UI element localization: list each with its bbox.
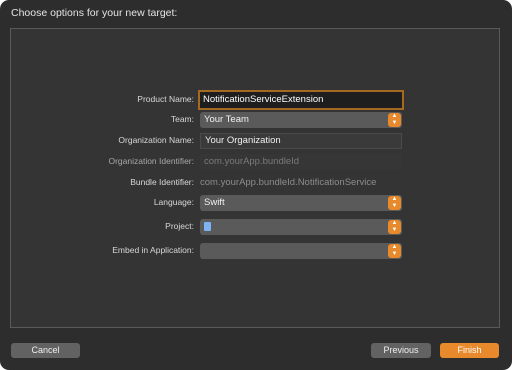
previous-button[interactable]: Previous <box>371 343 431 358</box>
product-name-label: Product Name: <box>137 94 194 104</box>
organization-identifier-row: Organization Identifier: com.yourApp.bun… <box>0 154 512 170</box>
team-label: Team: <box>170 114 194 124</box>
project-label: Project: <box>165 221 194 231</box>
embed-in-application-row: Embed in Application: ▲ ▼ <box>0 243 512 259</box>
project-popup[interactable]: ▲ ▼ <box>200 219 402 235</box>
bundle-identifier-value: com.yourApp.bundleId.NotificationService <box>200 177 377 188</box>
language-value: Swift <box>204 197 225 208</box>
new-target-dialog: Choose options for your new target: Prod… <box>0 0 512 370</box>
bundle-identifier-label: Bundle Identifier: <box>130 177 194 187</box>
bundle-identifier-row: Bundle Identifier: com.yourApp.bundleId.… <box>0 175 512 191</box>
embed-in-application-label: Embed in Application: <box>112 245 194 255</box>
organization-identifier-label: Organization Identifier: <box>108 156 194 166</box>
chevron-up-down-icon: ▲ ▼ <box>388 244 401 258</box>
embed-in-application-popup[interactable]: ▲ ▼ <box>200 243 402 259</box>
team-popup[interactable]: Your Team ▲ ▼ <box>200 112 402 128</box>
product-name-input[interactable]: NotificationServiceExtension <box>198 90 404 110</box>
language-popup[interactable]: Swift ▲ ▼ <box>200 195 402 211</box>
chevron-up-down-icon: ▲ ▼ <box>388 220 401 234</box>
chevron-up-down-icon: ▲ ▼ <box>388 196 401 210</box>
organization-name-label: Organization Name: <box>118 135 194 145</box>
product-name-row: Product Name: NotificationServiceExtensi… <box>0 90 512 110</box>
chevron-up-down-icon: ▲ ▼ <box>388 113 401 127</box>
project-row: Project: ▲ ▼ <box>0 219 512 235</box>
finish-button[interactable]: Finish <box>440 343 499 358</box>
team-value: Your Team <box>204 114 249 125</box>
organization-identifier-input[interactable]: com.yourApp.bundleId <box>200 154 402 170</box>
document-icon <box>204 222 211 231</box>
organization-name-input[interactable]: Your Organization <box>200 133 402 149</box>
organization-name-row: Organization Name: Your Organization <box>0 133 512 149</box>
cancel-button[interactable]: Cancel <box>11 343 80 358</box>
language-row: Language: Swift ▲ ▼ <box>0 195 512 211</box>
language-label: Language: <box>153 197 194 207</box>
team-row: Team: Your Team ▲ ▼ <box>0 112 512 128</box>
dialog-title: Choose options for your new target: <box>11 7 178 19</box>
